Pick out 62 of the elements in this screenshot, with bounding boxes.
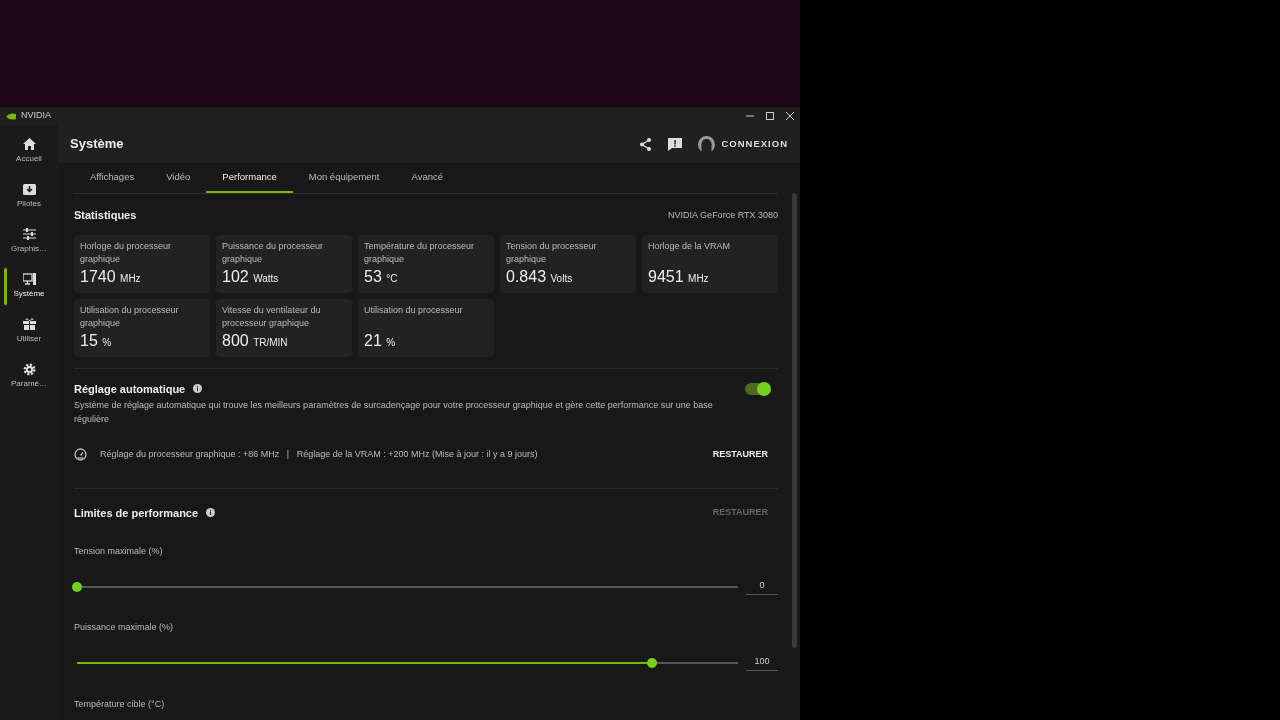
logo-icon	[6, 112, 16, 120]
gpu-name: NVIDIA GeForce RTX 3080	[668, 208, 778, 222]
value-field[interactable]: 100	[746, 654, 778, 671]
home-icon	[22, 138, 36, 151]
stat-value: 53 °C	[364, 267, 399, 287]
info-icon[interactable]	[206, 508, 216, 518]
share-icon[interactable]	[639, 137, 653, 151]
toggle-switch[interactable]	[745, 382, 770, 395]
stat-value: 15 %	[80, 331, 113, 351]
stat-value: 102 Watts	[222, 267, 280, 287]
maximize-icon	[766, 112, 774, 120]
sidebar-item[interactable]: Paramè…	[0, 354, 58, 399]
tab[interactable]: Avancé	[395, 163, 460, 193]
sidebar-item[interactable]: Pilotes	[0, 174, 58, 219]
stat-label: Horloge du processeur graphique	[80, 239, 173, 266]
gift-icon	[22, 318, 36, 331]
sidebar-item[interactable]: Utiliser	[0, 309, 58, 354]
stat-label: Vitesse du ventilateur du processeur graphique	[222, 303, 322, 330]
section-title: Limites de performance	[74, 505, 199, 521]
minimize-icon	[746, 112, 754, 120]
section-title: Réglage automatique	[74, 381, 186, 397]
tab[interactable]: Affichages	[74, 163, 151, 193]
computer-icon	[22, 273, 36, 286]
stat-value: 21 %	[364, 331, 397, 351]
sidebar-item[interactable]: Système	[0, 264, 58, 309]
stat-label: Tension du processeur graphique	[506, 239, 598, 266]
sliders-icon	[22, 228, 36, 241]
login-button[interactable]: CONNEXION	[698, 135, 788, 153]
description-text: Système de réglage automatique qui trouve les meilleurs paramètres de surcadençage pour votre processeur graphique et gère cette performance sur une base régulière	[74, 399, 714, 426]
stat-value: 1740 MHz	[80, 267, 142, 287]
close-icon	[786, 112, 794, 120]
stat-value: 9451 MHz	[648, 267, 710, 287]
stat-label: Puissance du processeur graphique	[222, 239, 325, 266]
scrollbar[interactable]	[792, 193, 797, 648]
stat-value: 800 TR/MIN	[222, 331, 289, 351]
stat-value: 0.843 Volts	[506, 267, 574, 287]
sidebar-item[interactable]: Accueil	[0, 129, 58, 174]
tab[interactable]: Performance	[206, 163, 293, 193]
value-field[interactable]: 0	[746, 578, 778, 595]
tab[interactable]: Mon équipement	[292, 163, 396, 193]
feedback-icon[interactable]	[668, 137, 683, 151]
settings-icon	[22, 363, 36, 376]
page-title: Système	[70, 136, 124, 152]
slider-thumb[interactable]	[72, 581, 82, 592]
slider-label: Tension maximale (%)	[74, 545, 164, 558]
download-icon	[22, 183, 36, 196]
section-title: Statistiques	[74, 208, 137, 223]
tab[interactable]: Vidéo	[150, 163, 207, 193]
gauge-icon	[74, 448, 87, 462]
sidebar-item[interactable]: Graphis…	[0, 219, 58, 264]
avatar-icon	[698, 135, 716, 153]
info-icon[interactable]	[193, 384, 203, 394]
slider-label: Puissance maximale (%)	[74, 621, 175, 634]
stat-label: Horloge de la VRAM	[648, 239, 732, 253]
stat-label: Utilisation du processeur graphique	[80, 303, 180, 330]
restore-button[interactable]: RESTAURER	[702, 448, 778, 462]
stat-label: Température du processeur graphique	[364, 239, 476, 266]
slider-thumb[interactable]	[647, 657, 658, 668]
slider-label: Température cible (°C)	[74, 698, 166, 711]
window-title: NVIDIA	[21, 109, 51, 123]
tuning-status: Réglage du processeur graphique : +86 MHz | Réglage de la VRAM : +200 MHz (Mise à jour : il y a 9 jours)	[100, 448, 538, 461]
stat-label: Utilisation du processeur	[364, 303, 464, 317]
